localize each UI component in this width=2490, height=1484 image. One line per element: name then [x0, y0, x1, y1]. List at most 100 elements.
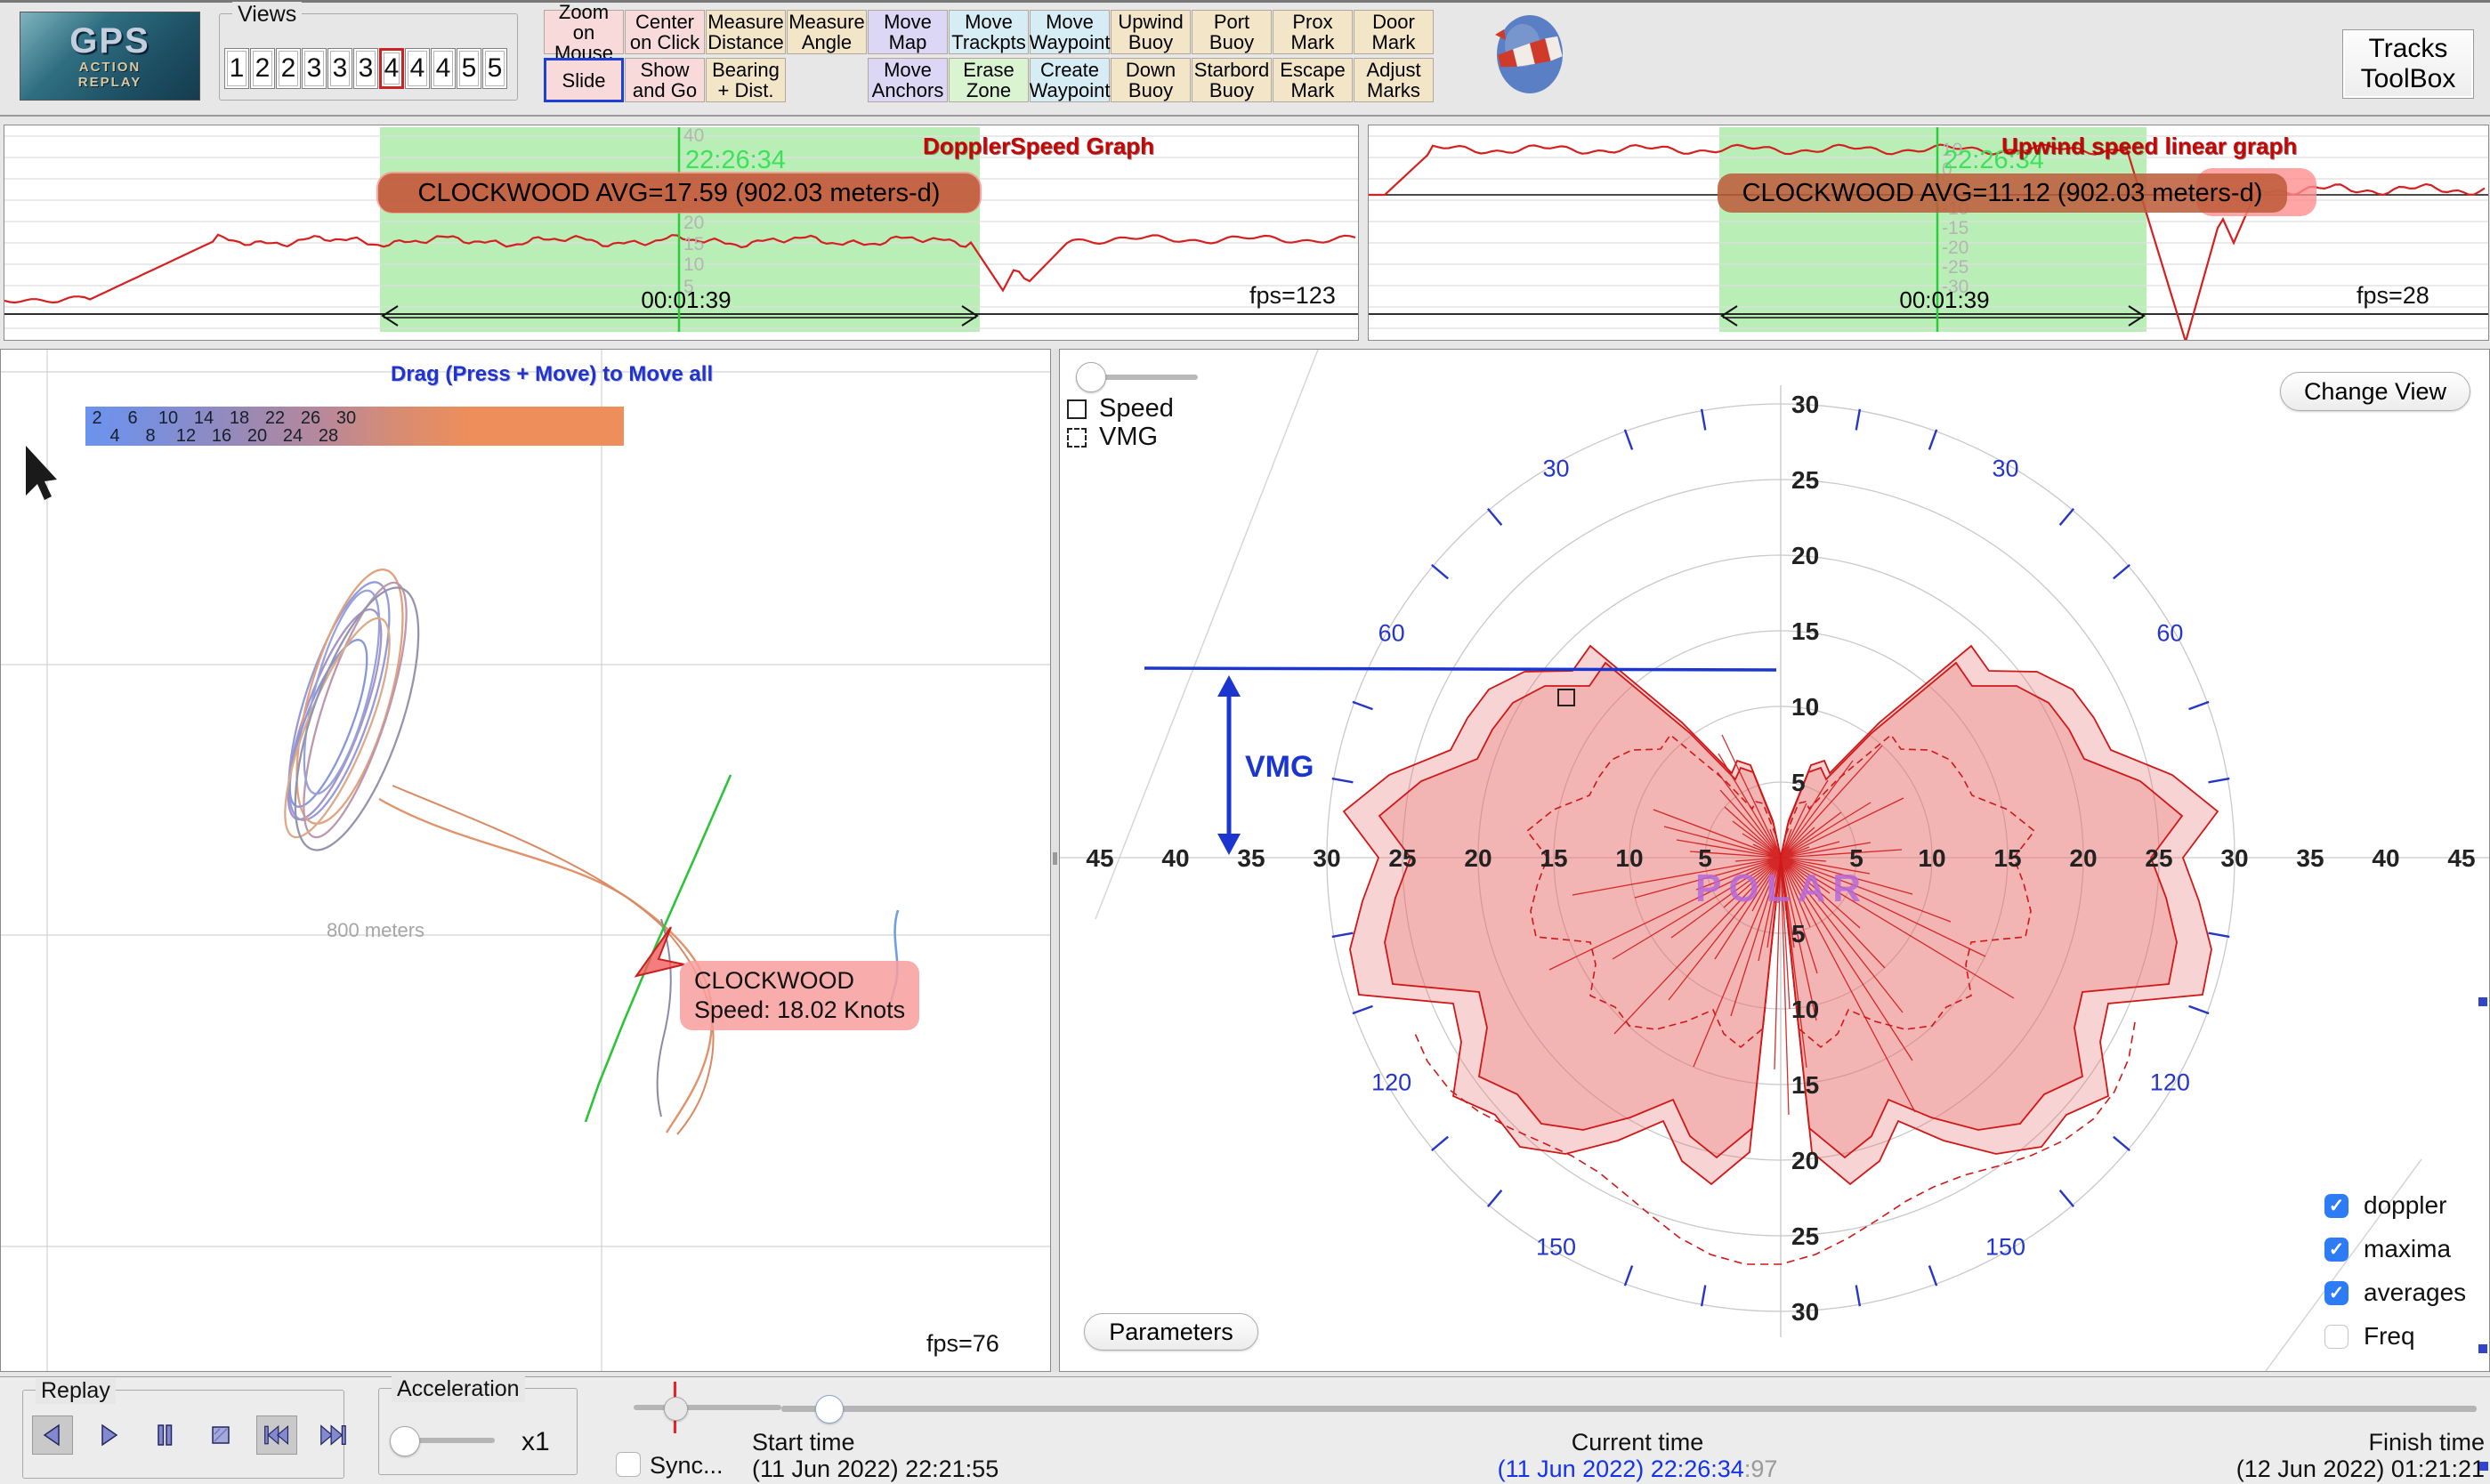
toolbar-button[interactable]: Upwind Buoy: [1111, 10, 1191, 54]
trim-slider[interactable]: [634, 1405, 781, 1410]
toolbar-button[interactable]: Move Map: [868, 10, 948, 54]
pause-button[interactable]: [144, 1415, 185, 1455]
play-button[interactable]: [88, 1415, 129, 1455]
toolbar-button[interactable]: Show and Go: [625, 58, 705, 102]
avg-speed-label: CLOCKWOOD AVG=17.59 (902.03 meters-d): [378, 173, 980, 213]
checkbox-icon[interactable]: [2324, 1325, 2349, 1349]
view-button[interactable]: 3: [327, 48, 352, 89]
doppler-speed-graph[interactable]: 403025201510522:26:3400:01:39: [4, 125, 1358, 340]
view-button[interactable]: 4: [379, 48, 404, 89]
layer-toggle[interactable]: maxima: [2324, 1235, 2466, 1263]
timeline-slider[interactable]: [781, 1406, 2477, 1412]
polar-opacity-slider[interactable]: [1102, 375, 1198, 380]
sync-checkbox[interactable]: [616, 1452, 641, 1477]
polar-angle-tick: [1856, 409, 1860, 431]
polar-angle-tick: [1353, 1006, 1373, 1013]
polar-panel: 3030606012012015015045403530252015105510…: [1059, 349, 2490, 1372]
layer-toggle[interactable]: doppler: [2324, 1191, 2466, 1220]
toolbar-button[interactable]: Move Waypoint: [1030, 10, 1110, 54]
toolbar-button[interactable]: Bearing + Dist.: [706, 58, 786, 102]
view-button[interactable]: 2: [250, 48, 275, 89]
toolbar-button[interactable]: Create Waypoint: [1030, 58, 1110, 102]
toolbar-button[interactable]: Zoom on Mouse: [544, 10, 624, 54]
radial-tick-label: 25: [1388, 844, 1416, 872]
stop-icon: [208, 1423, 233, 1448]
checkbox-icon[interactable]: [2324, 1194, 2349, 1218]
toolbar-button[interactable]: Escape Mark: [1273, 58, 1353, 102]
edge-mark: [2478, 1344, 2487, 1353]
toolbar-button[interactable]: Erase Zone: [949, 58, 1029, 102]
radial-tick-label: 35: [1237, 844, 1265, 872]
selection-duration-label: 00:01:39: [1899, 286, 1989, 313]
current-time-ms: :97: [1744, 1456, 1778, 1482]
trim-thumb[interactable]: [664, 1397, 688, 1421]
view-button[interactable]: 5: [482, 48, 507, 89]
radial-tick-label: 10: [1791, 693, 1819, 721]
change-view-button[interactable]: Change View: [2280, 372, 2470, 411]
panel-splitter[interactable]: [1051, 349, 1059, 1372]
polar-lobe: [1781, 663, 2182, 1157]
tracks-toolbox-button[interactable]: Tracks ToolBox: [2342, 29, 2474, 99]
toolbar-button[interactable]: Measure Angle: [787, 10, 867, 54]
toolbar-button[interactable]: Starbord Buoy: [1192, 58, 1272, 102]
toolbar-button[interactable]: Prox Mark: [1273, 10, 1353, 54]
go-to-start-button[interactable]: [256, 1415, 297, 1455]
view-button[interactable]: 4: [405, 48, 430, 89]
toolbar-button[interactable]: Slide: [544, 58, 624, 102]
layer-toggle[interactable]: Freq: [2324, 1322, 2466, 1351]
layer-toggle[interactable]: averages: [2324, 1278, 2466, 1307]
y-tick-label: -25: [1942, 257, 1969, 278]
polar-angle-label: 30: [1992, 456, 2018, 482]
toolbar-button[interactable]: Measure Distance: [706, 10, 786, 54]
view-button[interactable]: 4: [431, 48, 456, 89]
toolbar-button[interactable]: Move Trackpts: [949, 10, 1029, 54]
speed-checkbox[interactable]: [1067, 399, 1087, 419]
view-button[interactable]: 3: [353, 48, 378, 89]
doppler-speed-graph-panel: 403025201510522:26:3400:01:39 CLOCKWOOD …: [4, 125, 1359, 341]
toolbar-button[interactable]: Door Mark: [1354, 10, 1434, 54]
y-tick-label: -15: [1942, 218, 1969, 238]
view-button[interactable]: 3: [302, 48, 327, 89]
parameters-button[interactable]: Parameters: [1084, 1313, 1258, 1351]
polar-angle-tick: [1856, 1286, 1860, 1307]
polar-plot[interactable]: 3030606012012015015045403530252015105510…: [1060, 350, 2489, 1371]
upwind-speed-graph[interactable]: 100-10-15-20-25-3022:26:3400:01:39: [1369, 125, 2488, 340]
play-reverse-button[interactable]: [32, 1415, 73, 1455]
y-tick-label: 20: [683, 213, 704, 233]
polar-angle-tick: [2060, 1190, 2074, 1206]
go-to-start-icon: [263, 1423, 291, 1448]
radial-tick-label: 15: [1791, 1071, 1819, 1099]
logo-text-action: ACTION: [79, 60, 141, 74]
view-button[interactable]: 1: [224, 48, 249, 89]
polar-angle-tick: [2060, 509, 2074, 525]
checkbox-icon[interactable]: [2324, 1238, 2349, 1262]
map-panel[interactable]: Drag (Press + Move) to Move all 26101418…: [0, 349, 1051, 1372]
toolbar-button[interactable]: Center on Click: [625, 10, 705, 54]
map-fps-label: fps=76: [926, 1330, 999, 1358]
polar-angle-tick: [1353, 702, 1373, 709]
radial-tick-label: 40: [2372, 844, 2399, 872]
timeline-thumb[interactable]: [815, 1395, 844, 1424]
polar-angle-tick: [1702, 1286, 1705, 1307]
vmg-checkbox[interactable]: [1067, 428, 1087, 448]
toolbar-button[interactable]: Move Anchors: [868, 58, 948, 102]
speed-toggle[interactable]: Speed: [1067, 394, 1174, 423]
acceleration-thumb[interactable]: [390, 1426, 420, 1456]
map-canvas[interactable]: [1, 350, 1050, 1371]
toolbar-button[interactable]: Adjust Marks: [1354, 58, 1434, 102]
vmg-toggle[interactable]: VMG: [1067, 423, 1158, 452]
stop-button[interactable]: [200, 1415, 241, 1455]
checkbox-icon[interactable]: [2324, 1281, 2349, 1305]
view-button[interactable]: 5: [457, 48, 481, 89]
polar-angle-tick: [1332, 933, 1354, 937]
finish-time-block: Finish time (12 Jun 2022) 01:21:21: [2074, 1429, 2485, 1482]
acceleration-group: Acceleration x1: [378, 1388, 578, 1475]
polar-angle-tick: [2114, 1137, 2130, 1150]
toolbar-button[interactable]: Down Buoy: [1111, 58, 1191, 102]
go-to-end-button[interactable]: [312, 1415, 353, 1455]
play-reverse-icon: [40, 1423, 65, 1448]
toolbar-button[interactable]: Port Buoy: [1192, 10, 1272, 54]
view-button[interactable]: 2: [276, 48, 301, 89]
polar-center-label: POLAR: [1695, 867, 1868, 910]
polar-slider-thumb[interactable]: [1076, 362, 1106, 392]
